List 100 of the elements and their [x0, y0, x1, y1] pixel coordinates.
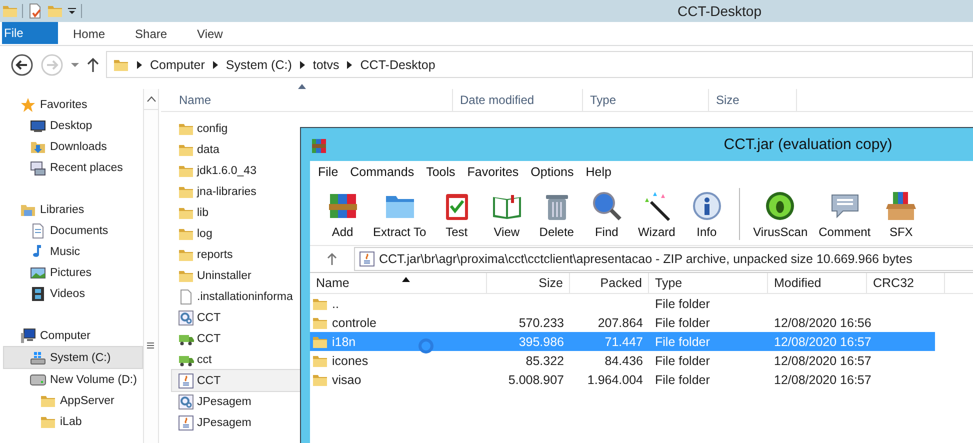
properties-icon[interactable] [27, 3, 43, 19]
up-button[interactable] [86, 56, 100, 72]
menu-item[interactable]: Tools [420, 165, 462, 179]
toolbar-button[interactable]: Wizard [632, 190, 682, 238]
column-header[interactable]: Type [583, 89, 709, 111]
file-name[interactable]: jdk1.6.0_43 [197, 164, 256, 176]
nav-item[interactable]: Recent places [0, 157, 143, 178]
up-button[interactable] [326, 252, 338, 266]
java-file-icon [178, 414, 194, 430]
file-name[interactable]: JPesagem [197, 396, 252, 408]
java-file-icon [178, 372, 194, 388]
nav-item[interactable]: Documents [0, 220, 143, 241]
column-header[interactable]: Date modified [453, 89, 583, 111]
window-title: CCT-Desktop [676, 3, 763, 19]
table-cell: File folder [655, 296, 710, 310]
ribbon-tab[interactable]: Share [120, 22, 182, 45]
file-name[interactable]: config [197, 122, 228, 134]
toolbar-button[interactable]: SFX [876, 190, 926, 238]
nav-item[interactable]: Desktop [0, 115, 143, 136]
file-name[interactable]: CCT [197, 312, 221, 324]
menu-item[interactable]: Help [580, 165, 618, 179]
file-name[interactable]: .. [332, 296, 339, 310]
gear-file-icon [178, 310, 194, 326]
chevron-icon [137, 60, 142, 68]
toolbar-button[interactable]: Comment [814, 190, 876, 238]
nav-item[interactable]: Music [0, 241, 143, 262]
grip-icon[interactable] [147, 342, 154, 349]
toolbar-button[interactable]: Test [432, 190, 482, 238]
ribbon-tab[interactable]: View [182, 22, 238, 45]
toolbar-button[interactable]: Find [582, 190, 632, 238]
file-name[interactable]: Uninstaller [197, 270, 252, 282]
nav-item[interactable]: Pictures [0, 262, 143, 283]
toolbar-button[interactable]: Info [682, 190, 732, 238]
scroll-up-icon[interactable] [146, 96, 156, 102]
busy-cursor-icon [418, 338, 434, 354]
nav-item[interactable]: System (C:) [3, 346, 143, 369]
nav-item[interactable]: AppServer [0, 390, 143, 411]
chevron-icon [300, 60, 305, 68]
table-cell: 12/08/2020 16:57 [774, 372, 872, 386]
breadcrumb[interactable]: Computer [150, 58, 205, 72]
path-field[interactable]: CCT.jar\br\agr\proxima\cct\cctclient\apresentacao - ZIP archive, unpacked size 10.669.966 bytes [354, 247, 973, 271]
table-cell: File folder [655, 316, 710, 330]
file-name[interactable]: visao [332, 372, 362, 386]
file-name[interactable]: log [197, 228, 212, 240]
nav-item[interactable]: Downloads [0, 136, 143, 157]
file-name[interactable]: lib [197, 206, 209, 218]
menu-item[interactable]: Options [524, 165, 580, 179]
nav-item[interactable]: New Volume (D:) [0, 369, 143, 390]
customize-dropdown-icon[interactable] [67, 6, 77, 16]
monitor-icon [30, 118, 46, 134]
menu-item[interactable]: Favorites [461, 165, 525, 179]
column-header[interactable]: Size [487, 273, 570, 293]
toolbar-button[interactable]: Add [318, 190, 367, 238]
toolbar-button[interactable]: Delete [532, 190, 582, 238]
table-cell: 207.864 [598, 316, 643, 330]
nav-item[interactable]: iLab [0, 411, 143, 432]
file-name[interactable]: jna-libraries [197, 186, 256, 198]
column-header[interactable]: Type [649, 273, 768, 293]
file-name[interactable]: icones [332, 354, 368, 368]
recent-places-icon [30, 160, 46, 176]
table-cell: 85.322 [526, 354, 564, 368]
file-name[interactable]: JPesagem [197, 416, 252, 428]
breadcrumb[interactable]: totvs [312, 58, 340, 72]
toolbar-button[interactable]: VirusScan [748, 190, 813, 238]
column-header[interactable]: Modified [768, 273, 867, 293]
back-button[interactable] [10, 52, 34, 76]
breadcrumb[interactable]: CCT-Desktop [360, 58, 436, 72]
column-header[interactable]: Size [709, 89, 797, 111]
star-icon [20, 96, 36, 112]
ribbon-tab[interactable]: Home [58, 22, 120, 45]
file-name[interactable]: CCT [197, 332, 221, 344]
toolbar-button[interactable]: View [482, 190, 532, 238]
column-header[interactable]: CRC32 [867, 273, 945, 293]
table-cell: 1.964.004 [587, 372, 643, 386]
drive-icon [30, 372, 46, 388]
table-cell: File folder [655, 372, 710, 386]
address-bar[interactable]: Computer System (C:) totvs CCT-Desktop [106, 51, 973, 78]
nav-item[interactable]: Computer [0, 325, 143, 346]
app-logo-icon [311, 138, 327, 154]
file-name[interactable]: controle [332, 316, 376, 330]
scrollbar[interactable] [143, 89, 159, 443]
file-name[interactable]: reports [197, 248, 233, 260]
file-name[interactable]: data [197, 144, 220, 156]
file-name[interactable]: .installationinforma [197, 290, 293, 302]
table-cell: 570.233 [518, 316, 564, 330]
column-header[interactable]: Packed [570, 273, 649, 293]
computer-icon [20, 328, 36, 344]
file-menu-button[interactable]: File [2, 22, 58, 44]
nav-item[interactable]: Libraries [0, 199, 143, 220]
menu-item[interactable]: File [312, 165, 344, 179]
sort-arrow-icon [402, 277, 410, 282]
sort-arrow-icon [298, 84, 306, 89]
menu-item[interactable]: Commands [344, 165, 420, 179]
breadcrumb[interactable]: System (C:) [226, 58, 292, 72]
gear-file-icon [178, 394, 194, 410]
nav-item[interactable]: Videos [0, 283, 143, 304]
toolbar-button[interactable]: Extract To [368, 190, 432, 238]
nav-item[interactable]: Favorites [0, 94, 143, 115]
file-name[interactable]: CCT [197, 374, 221, 386]
file-name[interactable]: cct [197, 354, 212, 366]
